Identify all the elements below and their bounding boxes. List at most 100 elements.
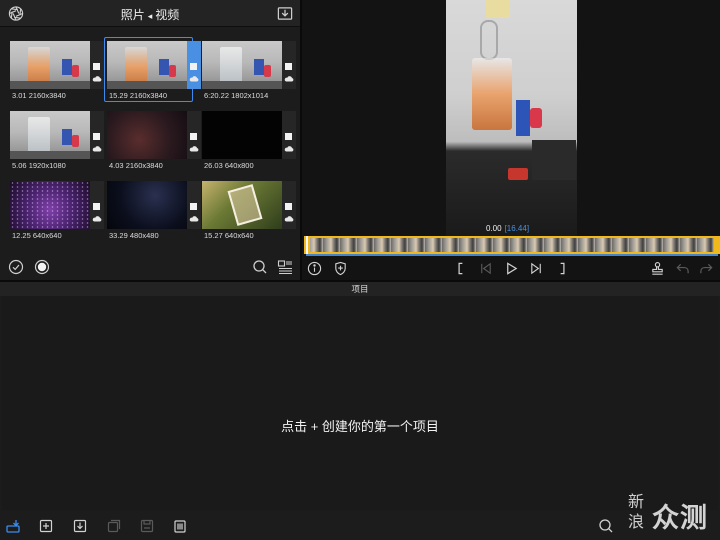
video-thumbnail[interactable] [10,111,90,159]
tile-duration: 15.27 [204,231,223,240]
library-toolbar [0,254,300,280]
clip-filmstrip[interactable] [304,236,720,254]
cloud-icon [284,76,294,82]
project-header: 项目 [0,282,720,296]
media-tile[interactable]: 5.06 1920x1080 [10,111,105,181]
tile-resolution: 2160x3840 [125,161,163,170]
stamp-icon[interactable] [650,261,665,276]
list-view-icon[interactable] [277,259,293,275]
current-time: 0.00 [486,224,502,233]
tile-duration: 3.01 [12,91,27,100]
tile-duration: 5.06 [12,161,27,170]
video-preview[interactable] [446,0,577,236]
checkmark-circle-icon[interactable] [8,259,24,275]
add-project-icon[interactable] [38,518,54,534]
preview-panel: 0.00 [16.44] [302,0,720,280]
library-breadcrumb[interactable]: 照片 ◂ 视频 [0,6,300,23]
cloud-icon [189,216,199,222]
redo-icon[interactable] [699,261,714,276]
project-area[interactable]: 点击 + 创建你的第一个项目 [2,296,718,510]
video-badge-icon [190,63,197,70]
watermark-text: 众测 [652,503,708,533]
video-thumbnail[interactable] [10,181,90,229]
tile-resolution: 480x480 [129,231,159,240]
import-icon[interactable] [276,5,294,22]
project-search-icon[interactable] [598,518,614,534]
playhead[interactable] [306,236,308,254]
tile-resolution: 640x800 [224,161,254,170]
tile-caption: 6:20.22 1802x1014 [204,91,268,100]
search-icon[interactable] [252,259,268,275]
media-tile[interactable]: 6:20.22 1802x1014 [202,41,297,111]
video-thumbnail[interactable] [107,41,187,89]
video-badge-icon [285,63,292,70]
tile-caption: 15.27 640x640 [204,231,254,240]
archive-project-icon[interactable] [139,518,155,534]
record-circle-icon[interactable] [34,259,50,275]
media-tile[interactable]: 26.03 640x800 [202,111,297,181]
media-tile[interactable]: 12.25 640x640 [10,181,105,251]
media-tile[interactable]: 4.03 2160x3840 [107,111,202,181]
watermark-logo: 新浪 [628,492,645,531]
media-tile[interactable]: 33.29 480x480 [107,181,202,251]
video-thumbnail[interactable] [107,111,187,159]
mark-out-icon[interactable] [555,261,570,276]
total-duration: [16.44] [504,224,530,233]
media-tile[interactable]: 3.01 2160x3840 [10,41,105,111]
video-thumbnail[interactable] [107,181,187,229]
tile-side-strip [282,41,296,89]
time-readout: 0.00 [16.44] [486,224,529,233]
skip-back-icon[interactable] [478,261,493,276]
video-badge-icon [93,203,100,210]
breadcrumb-videos[interactable]: 视频 [155,8,179,22]
shield-plus-icon[interactable] [333,261,348,276]
media-tile[interactable]: 15.27 640x640 [202,181,297,251]
video-badge-icon [285,203,292,210]
tile-duration: 4.03 [109,161,124,170]
video-thumbnail[interactable] [202,111,282,159]
play-icon[interactable] [504,261,519,276]
tile-side-strip [187,41,201,89]
empty-state-message: 点击 + 创建你的第一个项目 [281,419,439,434]
watermark: 新浪 众测 [628,492,716,538]
cloud-icon [284,146,294,152]
projects-icon[interactable] [5,518,21,534]
tile-side-strip [282,111,296,159]
delete-project-icon[interactable] [172,518,188,534]
mark-in-icon[interactable] [453,261,468,276]
tile-caption: 3.01 2160x3840 [12,91,66,100]
media-grid: 3.01 2160x3840 15.29 2160x3840 6:20.22 180… [0,27,300,254]
tile-side-strip [90,111,104,159]
media-tile[interactable]: 15.29 2160x3840 [104,37,202,111]
preview-toolbar [302,258,720,280]
video-thumbnail[interactable] [10,41,90,89]
video-thumbnail[interactable] [202,181,282,229]
tile-caption: 26.03 640x800 [204,161,254,170]
video-badge-icon [93,133,100,140]
breadcrumb-photos[interactable]: 照片 [121,8,145,22]
video-badge-icon [93,63,100,70]
duplicate-project-icon[interactable] [106,518,122,534]
tile-caption: 15.29 2160x3840 [109,91,167,100]
info-icon[interactable] [307,261,322,276]
tile-duration: 6:20.22 [204,91,230,100]
tile-duration: 12.25 [12,231,31,240]
tile-duration: 26.03 [204,161,223,170]
cloud-icon [189,146,199,152]
export-project-icon[interactable] [72,518,88,534]
video-thumbnail[interactable] [202,41,282,89]
skip-forward-icon[interactable] [529,261,544,276]
cloud-icon [189,76,199,82]
trim-handle-end[interactable] [714,236,720,254]
video-badge-icon [285,133,292,140]
library-header: 照片 ◂ 视频 [0,0,300,27]
undo-icon[interactable] [675,261,690,276]
filmstrip-progress-line [306,254,718,256]
tile-duration: 33.29 [109,231,128,240]
tile-resolution: 640x640 [224,231,254,240]
breadcrumb-separator: ◂ [147,11,153,21]
cloud-icon [92,216,102,222]
tile-caption: 33.29 480x480 [109,231,159,240]
video-badge-icon [190,203,197,210]
tile-resolution: 1920x1080 [28,161,66,170]
